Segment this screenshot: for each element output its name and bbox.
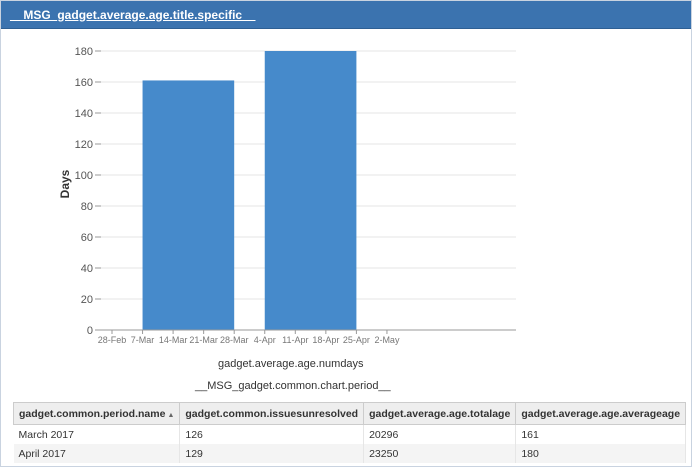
column-header-label: gadget.average.age.totalage [369,407,511,420]
y-tick-label: 80 [81,201,93,213]
x-tick-label: 28-Feb [98,335,127,345]
x-tick-label: 25-Apr [343,335,370,345]
age-data-table: gadget.common.period.name ▲ gadget.common… [12,402,687,463]
y-tick-label: 60 [81,232,93,244]
gadget-title-bar: __MSG_gadget.average.age.title.specific_… [1,1,691,29]
cell-issues-unresolved: 129 [179,444,365,463]
gadget-title-link[interactable]: __MSG_gadget.average.age.title.specific_… [1,8,255,22]
x-tick-label: 2-May [374,335,400,345]
average-age-bar-chart: 0 20 40 60 80 100 120 140 160 180 28-Feb 7-Mar 14-Ma… [58,46,516,345]
chart-area: 0 20 40 60 80 100 120 140 160 180 28-Feb 7-Mar 14-Ma… [1,29,691,399]
x-axis-label: gadget.average.age.numdays [218,358,364,370]
cell-period: March 2017 [13,424,181,444]
column-header-label: gadget.average.age.averageage [521,407,681,420]
chart-bar [142,80,235,330]
cell-period: April 2017 [13,444,181,463]
sort-ascending-icon[interactable]: ▲ [167,412,174,419]
y-axis-label: Days [58,169,72,198]
y-tick-label: 140 [75,108,93,120]
table-row: April 2017 129 23250 180 [13,444,687,463]
period-caption: __MSG_gadget.common.chart.period__ [195,380,391,392]
y-tick-label: 40 [81,263,93,275]
y-tick-label: 0 [87,325,93,337]
cell-total-age: 20296 [363,424,517,444]
column-header-label: gadget.common.period.name [19,407,166,420]
x-tick-label: 21-Mar [189,335,218,345]
cell-average-age: 161 [515,424,687,444]
x-tick-label: 18-Apr [312,335,339,345]
cell-average-age: 180 [515,444,687,463]
x-tick-label: 28-Mar [220,335,249,345]
y-tick-label: 160 [75,77,93,89]
column-header-issues-unresolved[interactable]: gadget.common.issuesunresolved [179,402,365,425]
average-age-gadget: __MSG_gadget.average.age.title.specific_… [0,0,692,467]
x-tick-label: 7-Mar [131,335,155,345]
x-tick-label: 4-Apr [254,335,276,345]
y-tick-label: 100 [75,170,93,182]
y-tick-label: 20 [81,294,93,306]
age-data-table-container: gadget.common.period.name ▲ gadget.common… [12,402,687,463]
column-header-label: gadget.common.issuesunresolved [185,407,359,420]
chart-bar [264,51,357,330]
cell-issues-unresolved: 126 [179,424,365,444]
column-header-total-age[interactable]: gadget.average.age.totalage [363,402,517,425]
x-tick-label: 14-Mar [159,335,188,345]
y-tick-label: 120 [75,139,93,151]
cell-total-age: 23250 [363,444,517,463]
column-header-average-age[interactable]: gadget.average.age.averageage [515,402,687,425]
y-tick-label: 180 [75,46,93,58]
table-row: March 2017 126 20296 161 [13,424,687,444]
x-tick-label: 11-Apr [282,335,308,345]
column-header-period[interactable]: gadget.common.period.name ▲ [12,402,181,425]
table-header-row: gadget.common.period.name ▲ gadget.common… [12,402,687,425]
